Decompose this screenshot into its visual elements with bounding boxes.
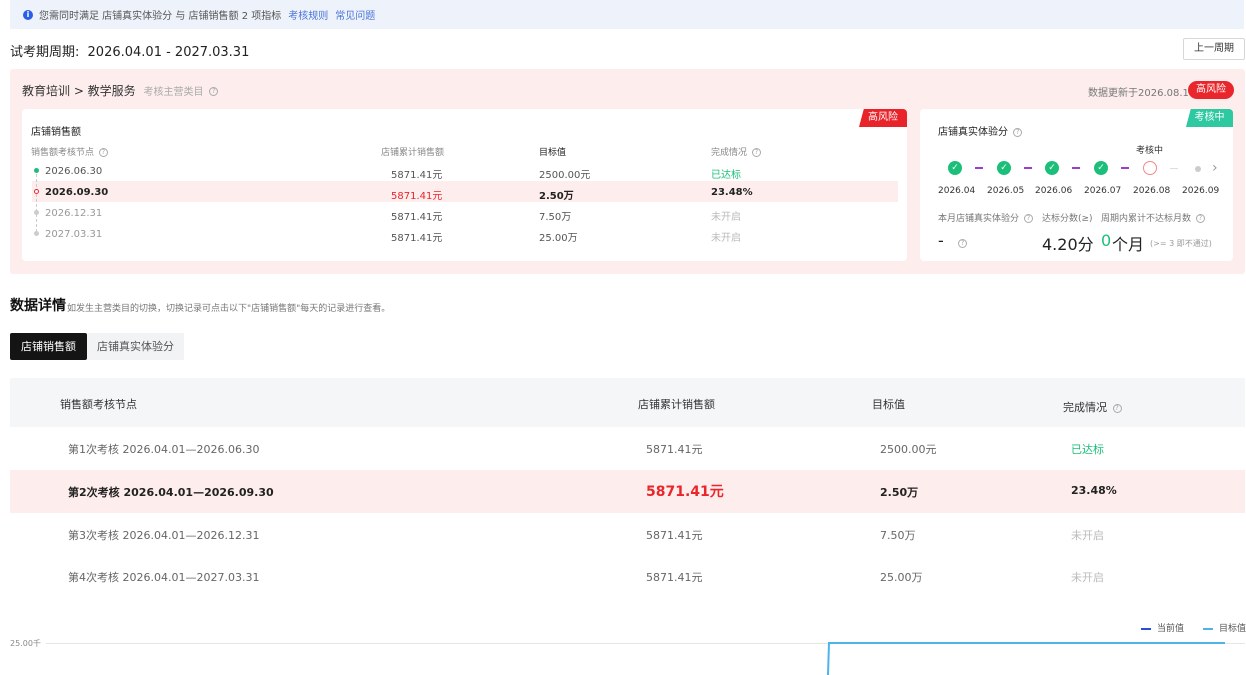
- chart-svg: [827, 642, 1225, 675]
- target-series-line: [827, 642, 1225, 675]
